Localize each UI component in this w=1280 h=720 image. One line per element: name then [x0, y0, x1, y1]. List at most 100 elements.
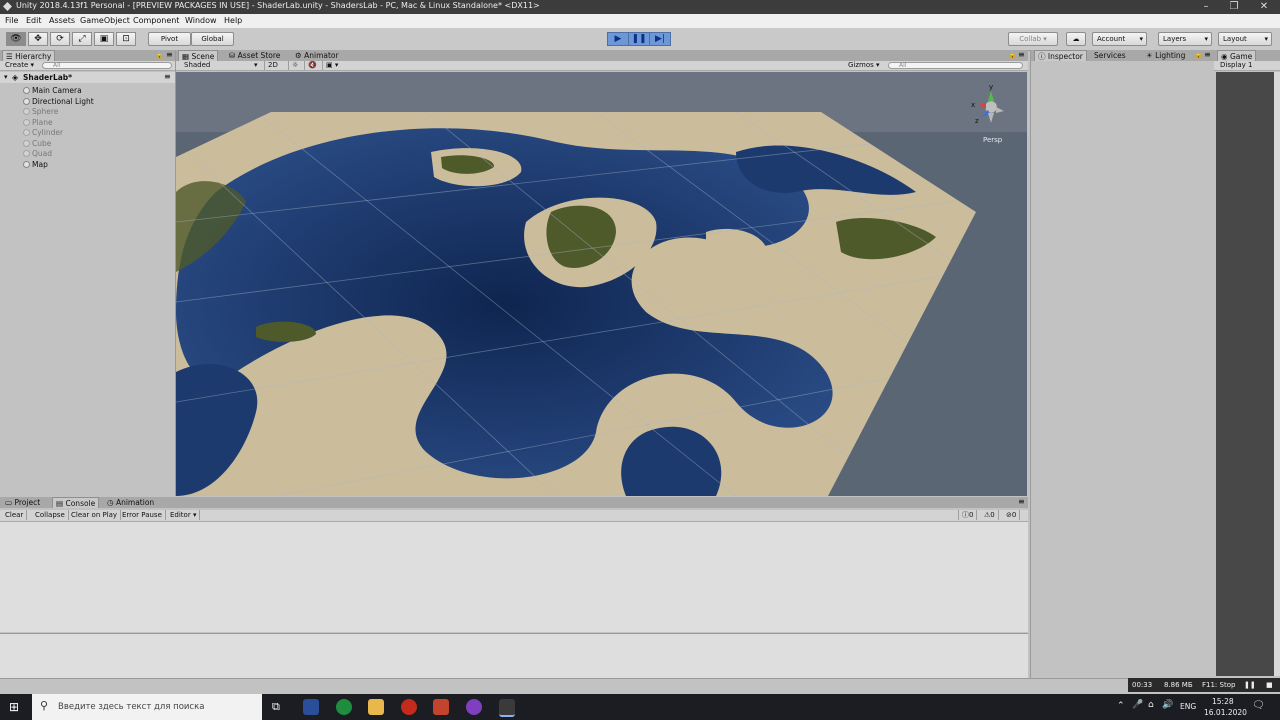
pause-icon[interactable]: ❚❚: [1244, 681, 1256, 689]
scene-menu-icon[interactable]: ≡: [164, 72, 171, 81]
scene-viewport[interactable]: y x z Persp: [176, 72, 1027, 496]
2d-toggle[interactable]: 2D: [264, 61, 281, 70]
scene-row[interactable]: ▾ ◈ ShaderLab* ≡: [0, 72, 175, 83]
tab-hierarchy[interactable]: ☰ Hierarchy: [2, 50, 56, 61]
menu-help[interactable]: Help: [224, 16, 242, 25]
create-dropdown[interactable]: Create ▾: [5, 61, 34, 70]
tab-scene[interactable]: ▦ Scene: [178, 50, 219, 61]
hierarchy-search-input[interactable]: All: [42, 62, 172, 69]
lock-icon[interactable]: 🔒: [155, 51, 164, 59]
file-explorer-icon[interactable]: [368, 699, 384, 715]
tab-game[interactable]: ◉ Game: [1217, 50, 1257, 61]
hierarchy-item[interactable]: Plane: [32, 118, 53, 127]
tab-animation[interactable]: ◷ Animation: [104, 497, 157, 508]
display-dropdown[interactable]: Display 1: [1220, 61, 1252, 70]
error-pause-button[interactable]: Error Pause: [119, 510, 166, 520]
clear-on-play-button[interactable]: Clear on Play: [68, 510, 122, 520]
clock-time[interactable]: 15:28: [1212, 697, 1234, 706]
console-detail-area[interactable]: [0, 633, 1028, 679]
hierarchy-item[interactable]: Main Camera: [32, 86, 82, 95]
scene-search-input[interactable]: All: [888, 62, 1023, 69]
hand-tool-icon[interactable]: 👁: [6, 32, 26, 46]
chrome-icon[interactable]: [336, 699, 352, 715]
menu-component[interactable]: Component: [133, 16, 179, 25]
step-button[interactable]: ▶|: [649, 32, 671, 46]
game-view[interactable]: [1216, 72, 1274, 676]
menu-window[interactable]: Window: [185, 16, 217, 25]
minimize-icon[interactable]: –: [1192, 0, 1220, 14]
console-log-area[interactable]: [0, 522, 1028, 632]
menu-file[interactable]: File: [5, 16, 18, 25]
shading-mode-dropdown[interactable]: Shaded: [184, 61, 210, 70]
menu-gameobject[interactable]: GameObject: [80, 16, 130, 25]
menu-edit[interactable]: Edit: [26, 16, 42, 25]
effects-dropdown-icon[interactable]: ▣ ▾: [322, 61, 341, 70]
tab-console[interactable]: ▤ Console: [52, 497, 100, 508]
stop-hint[interactable]: F11: Stop: [1202, 681, 1235, 689]
visual-studio-icon[interactable]: [466, 699, 482, 715]
recorder-app-icon[interactable]: [401, 699, 417, 715]
audio-toggle-icon[interactable]: 🔇: [304, 61, 320, 70]
notifications-icon[interactable]: 🗨: [1252, 700, 1265, 711]
collab-button[interactable]: Collab ▾: [1008, 32, 1058, 46]
close-icon[interactable]: ✕: [1250, 0, 1278, 14]
layout-dropdown[interactable]: Layout ▾: [1218, 32, 1272, 46]
expand-arrow-icon[interactable]: ▾: [4, 73, 8, 81]
tab-animator[interactable]: ⚙ Animator: [292, 50, 342, 61]
pivot-button[interactable]: Pivot: [148, 32, 191, 46]
layers-dropdown[interactable]: Layers ▾: [1158, 32, 1212, 46]
rotate-tool-icon[interactable]: ⟳: [50, 32, 70, 46]
play-button[interactable]: ▶: [607, 32, 629, 46]
network-icon[interactable]: ⌂: [1148, 700, 1154, 710]
scale-tool-icon[interactable]: ⤢: [72, 32, 92, 46]
hierarchy-item[interactable]: Directional Light: [32, 97, 94, 106]
account-dropdown[interactable]: Account ▾: [1092, 32, 1147, 46]
gizmos-dropdown[interactable]: Gizmos ▾: [848, 61, 880, 70]
clear-button[interactable]: Clear: [2, 510, 28, 520]
lock-icon[interactable]: 🔒: [1194, 51, 1203, 59]
volume-icon[interactable]: 🔊: [1162, 700, 1173, 710]
save-app-icon[interactable]: [303, 699, 319, 715]
game-scrollbar[interactable]: [1274, 72, 1280, 676]
panel-menu-icon[interactable]: ≡: [1204, 50, 1211, 59]
tab-inspector[interactable]: ⓘ Inspector: [1034, 50, 1087, 61]
stop-icon[interactable]: ■: [1266, 681, 1273, 689]
transform-tool-icon[interactable]: ⊡: [116, 32, 136, 46]
menu-assets[interactable]: Assets: [49, 16, 75, 25]
lighting-toggle-icon[interactable]: ☼: [288, 61, 301, 70]
powerpoint-icon[interactable]: [433, 699, 449, 715]
persp-label[interactable]: Persp: [983, 136, 1003, 144]
panel-menu-icon[interactable]: ≡: [166, 50, 173, 59]
windows-start-icon[interactable]: ⊞: [9, 700, 19, 714]
warning-count-toggle[interactable]: ⚠0: [981, 510, 999, 520]
hierarchy-item[interactable]: Map: [32, 160, 48, 169]
tab-project[interactable]: ▭ Project: [2, 497, 43, 508]
pause-button[interactable]: ❚❚: [628, 32, 650, 46]
tab-asset-store[interactable]: ⛁ Asset Store: [226, 50, 283, 61]
maximize-icon[interactable]: ❐: [1220, 0, 1248, 14]
lock-icon[interactable]: 🔒: [1008, 51, 1017, 59]
language-indicator[interactable]: ENG: [1180, 702, 1196, 711]
editor-dropdown[interactable]: Editor ▾: [167, 510, 201, 520]
hierarchy-item[interactable]: Sphere: [32, 107, 58, 116]
hierarchy-item[interactable]: Quad: [32, 149, 52, 158]
cloud-button[interactable]: ☁: [1066, 32, 1086, 46]
tray-chevron-up-icon[interactable]: ⌃: [1117, 701, 1125, 711]
panel-menu-icon[interactable]: ≡: [1018, 50, 1025, 59]
tab-services[interactable]: Services: [1091, 50, 1129, 61]
microphone-icon[interactable]: 🎤: [1132, 700, 1143, 710]
task-view-icon[interactable]: ⧉: [272, 700, 280, 714]
tab-lighting[interactable]: ☀ Lighting: [1143, 50, 1188, 61]
hierarchy-item[interactable]: Cylinder: [32, 128, 63, 137]
hierarchy-item[interactable]: Cube: [32, 139, 51, 148]
log-count-toggle[interactable]: ⓘ0: [958, 510, 978, 520]
clock-date[interactable]: 16.01.2020: [1204, 708, 1247, 717]
taskbar-search-input[interactable]: ⚲ Введите здесь текст для поиска: [32, 694, 262, 720]
move-tool-icon[interactable]: ✥: [28, 32, 48, 46]
collapse-button[interactable]: Collapse: [32, 510, 69, 520]
unity-taskbar-icon[interactable]: [499, 699, 515, 717]
global-button[interactable]: Global: [191, 32, 234, 46]
panel-menu-icon[interactable]: ≡: [1018, 497, 1025, 506]
error-count-toggle[interactable]: ⊘0: [1003, 510, 1021, 520]
rect-tool-icon[interactable]: ▣: [94, 32, 114, 46]
